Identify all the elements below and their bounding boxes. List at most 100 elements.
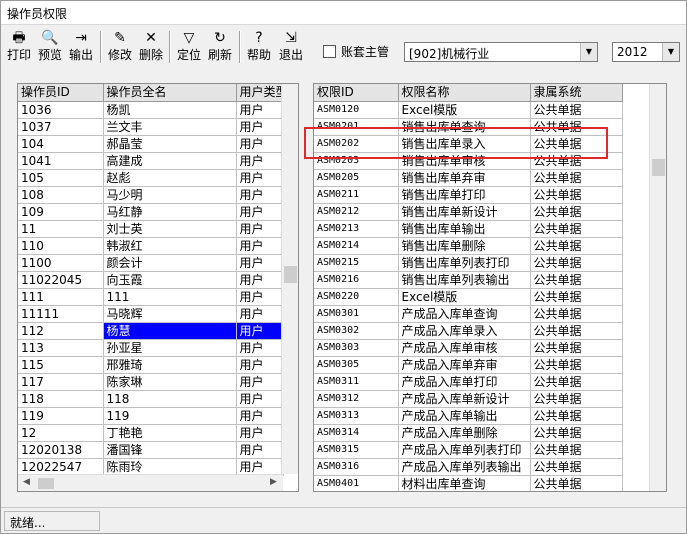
table-cell[interactable]: 112	[18, 322, 104, 340]
table-cell[interactable]: 公共单据	[530, 390, 623, 408]
table-cell[interactable]: 产成品入库单录入	[398, 322, 531, 340]
table-cell[interactable]: 用户	[236, 356, 284, 374]
table-cell[interactable]: 用户	[236, 152, 284, 170]
table-cell[interactable]: 公共单据	[530, 475, 623, 491]
table-cell[interactable]: 产成品入库单删除	[398, 424, 531, 442]
table-cell[interactable]: ASM0312	[314, 390, 399, 408]
table-cell[interactable]: 产成品入库单弃审	[398, 356, 531, 374]
table-cell[interactable]: 杨慧	[103, 322, 237, 340]
table-cell[interactable]: 用户	[236, 101, 284, 119]
table-cell[interactable]: 111	[103, 288, 237, 306]
table-cell[interactable]: 公共单据	[530, 237, 623, 255]
table-row[interactable]: 12022547 陈雨玲 用户	[18, 458, 284, 476]
table-cell[interactable]: 产成品入库单列表打印	[398, 441, 531, 459]
table-cell[interactable]: 用户	[236, 390, 284, 408]
table-cell[interactable]: 11111	[18, 305, 104, 323]
delete-button[interactable]: ✕ 删除	[136, 29, 166, 67]
table-cell[interactable]: 郝晶莹	[103, 135, 237, 153]
table-row[interactable]: ASM0215 销售出库单列表打印 公共单据	[314, 254, 623, 272]
table-cell[interactable]: 马少明	[103, 186, 237, 204]
scrollbar-thumb[interactable]	[652, 159, 665, 176]
table-cell[interactable]: 用户	[236, 186, 284, 204]
table-cell[interactable]: ASM0314	[314, 424, 399, 442]
exit-button[interactable]: ⇲ 退出	[276, 29, 306, 67]
table-cell[interactable]: 公共单据	[530, 254, 623, 272]
table-cell[interactable]: ASM0311	[314, 373, 399, 391]
table-cell[interactable]: ASM0214	[314, 237, 399, 255]
table-cell[interactable]: 丁艳艳	[103, 424, 237, 442]
table-cell[interactable]: 销售出库单删除	[398, 237, 531, 255]
table-cell[interactable]: 用户	[236, 339, 284, 357]
chevron-down-icon[interactable]: ▼	[580, 43, 597, 61]
chevron-down-icon[interactable]: ▼	[662, 43, 679, 61]
table-cell[interactable]: 公共单据	[530, 441, 623, 459]
column-header[interactable]: 操作员全名	[103, 84, 237, 102]
table-row[interactable]: 12020138 潘国锋 用户	[18, 441, 284, 459]
table-cell[interactable]: 用户	[236, 220, 284, 238]
table-cell[interactable]: 118	[18, 390, 104, 408]
table-cell[interactable]: 韩淑红	[103, 237, 237, 255]
table-row[interactable]: ASM0212 销售出库单新设计 公共单据	[314, 203, 623, 221]
table-cell[interactable]: 杨凯	[103, 101, 237, 119]
table-cell[interactable]: ASM0401	[314, 475, 399, 491]
table-cell[interactable]: 材料出库单查询	[398, 475, 531, 491]
table-cell[interactable]: ASM0205	[314, 169, 399, 187]
table-cell[interactable]: 公共单据	[530, 424, 623, 442]
table-cell[interactable]: 马晓辉	[103, 305, 237, 323]
year-select[interactable]: 2012 ▼	[612, 42, 680, 62]
table-cell[interactable]: 用户	[236, 441, 284, 459]
edit-button[interactable]: ✎ 修改	[105, 29, 135, 67]
table-cell[interactable]: 邢雅琦	[103, 356, 237, 374]
table-row[interactable]: 119 119 用户	[18, 407, 284, 425]
table-cell[interactable]: 用户	[236, 373, 284, 391]
table-cell[interactable]: 销售出库单打印	[398, 186, 531, 204]
table-row[interactable]: ASM0303 产成品入库单审核 公共单据	[314, 339, 623, 357]
operators-horizontal-scrollbar[interactable]: ◀ ▶	[18, 474, 283, 491]
table-cell[interactable]: 销售出库单新设计	[398, 203, 531, 221]
scrollbar-thumb[interactable]	[38, 478, 54, 489]
table-row[interactable]: 112 杨慧 用户	[18, 322, 284, 340]
table-row[interactable]: ASM0211 销售出库单打印 公共单据	[314, 186, 623, 204]
table-cell[interactable]: 公共单据	[530, 322, 623, 340]
table-cell[interactable]: 公共单据	[530, 339, 623, 357]
table-cell[interactable]: ASM0301	[314, 305, 399, 323]
table-row[interactable]: ASM0401 材料出库单查询 公共单据	[314, 475, 623, 491]
table-cell[interactable]: 12	[18, 424, 104, 442]
table-cell[interactable]: 公共单据	[530, 305, 623, 323]
table-cell[interactable]: 高建成	[103, 152, 237, 170]
table-row[interactable]: ASM0311 产成品入库单打印 公共单据	[314, 373, 623, 391]
table-cell[interactable]: ASM0315	[314, 441, 399, 459]
table-row[interactable]: 111 111 用户	[18, 288, 284, 306]
table-cell[interactable]: ASM0212	[314, 203, 399, 221]
table-row[interactable]: 11111 马晓辉 用户	[18, 305, 284, 323]
table-row[interactable]: ASM0305 产成品入库单弃审 公共单据	[314, 356, 623, 374]
chevron-right-icon[interactable]: ▶	[270, 477, 277, 487]
table-row[interactable]: ASM0314 产成品入库单删除 公共单据	[314, 424, 623, 442]
table-cell[interactable]: 赵彪	[103, 169, 237, 187]
print-button[interactable]: 🖶 打印	[4, 29, 34, 67]
table-cell[interactable]: 陈家琳	[103, 373, 237, 391]
table-row[interactable]: 1036 杨凯 用户	[18, 101, 284, 119]
table-cell[interactable]: 用户	[236, 118, 284, 136]
table-cell[interactable]: Excel模版	[398, 288, 531, 306]
table-cell[interactable]: 1100	[18, 254, 104, 272]
table-cell[interactable]: ASM0220	[314, 288, 399, 306]
table-cell[interactable]: 销售出库单列表输出	[398, 271, 531, 289]
table-cell[interactable]: 公共单据	[530, 407, 623, 425]
chevron-left-icon[interactable]: ◀	[23, 477, 30, 487]
table-cell[interactable]: 118	[103, 390, 237, 408]
table-row[interactable]: ASM0313 产成品入库单输出 公共单据	[314, 407, 623, 425]
table-row[interactable]: ASM0312 产成品入库单新设计 公共单据	[314, 390, 623, 408]
table-cell[interactable]: ASM0305	[314, 356, 399, 374]
table-cell[interactable]: ASM0215	[314, 254, 399, 272]
table-cell[interactable]: 1036	[18, 101, 104, 119]
table-cell[interactable]: 用户	[236, 288, 284, 306]
operators-vertical-scrollbar[interactable]	[281, 84, 298, 474]
table-cell[interactable]: 1037	[18, 118, 104, 136]
table-cell[interactable]: 公共单据	[530, 101, 623, 119]
column-header[interactable]: 权限ID	[314, 84, 399, 102]
table-cell[interactable]: 用户	[236, 322, 284, 340]
table-row[interactable]: ASM0316 产成品入库单列表输出 公共单据	[314, 458, 623, 476]
table-cell[interactable]: 用户	[236, 424, 284, 442]
table-cell[interactable]: 公共单据	[530, 356, 623, 374]
